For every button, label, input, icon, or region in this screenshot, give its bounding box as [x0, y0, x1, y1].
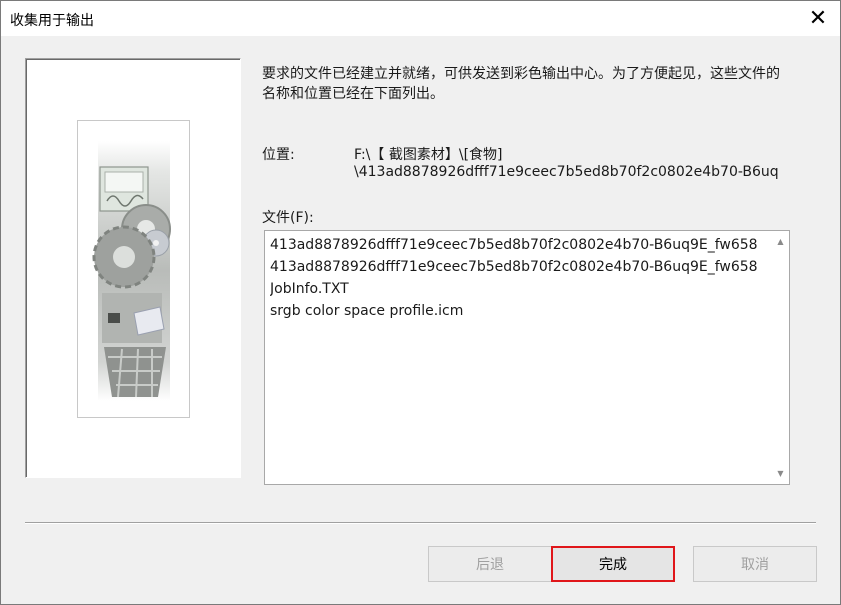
wizard-image-panel: [25, 58, 241, 478]
cancel-button[interactable]: 取消: [693, 546, 817, 582]
divider: [25, 522, 816, 524]
title-bar: 收集用于输出 ✕: [1, 1, 840, 36]
location-path-line2: \413ad8878926dfff71e9ceec7b5ed8b70f2c080…: [354, 164, 779, 180]
close-icon[interactable]: ✕: [798, 1, 838, 36]
collect-illustration-image: [92, 141, 171, 401]
description-text: 要求的文件已经建立并就绪，可供发送到彩色输出中心。为了方便起见，这些文件的名称和…: [262, 66, 780, 102]
files-list: 413ad8878926dfff71e9ceec7b5ed8b70f2c0802…: [270, 234, 767, 322]
files-listbox[interactable]: 413ad8878926dfff71e9ceec7b5ed8b70f2c0802…: [264, 230, 790, 485]
list-item[interactable]: 413ad8878926dfff71e9ceec7b5ed8b70f2c0802…: [270, 234, 767, 256]
list-item[interactable]: JobInfo.TXT: [270, 278, 767, 300]
files-label: 文件(F):: [262, 210, 314, 226]
window-title: 收集用于输出: [10, 13, 94, 29]
vertical-scrollbar[interactable]: ▲ ▼: [771, 231, 789, 484]
location-path-line1: F:\【 截图素材】\[食物]: [354, 147, 503, 163]
collect-for-output-dialog: 收集用于输出 ✕ 要求的文件已经建立并就绪，可供发送到彩色输出中心。为了方便起见…: [0, 0, 841, 605]
list-item[interactable]: 413ad8878926dfff71e9ceec7b5ed8b70f2c0802…: [270, 256, 767, 278]
scroll-down-arrow-icon[interactable]: ▼: [772, 465, 789, 482]
scroll-up-arrow-icon[interactable]: ▲: [772, 233, 789, 250]
finish-button[interactable]: 完成: [551, 546, 675, 582]
list-item[interactable]: srgb color space profile.icm: [270, 300, 767, 322]
location-label: 位置:: [262, 147, 295, 163]
back-button[interactable]: 后退: [428, 546, 552, 582]
wizard-illustration: [77, 120, 190, 418]
